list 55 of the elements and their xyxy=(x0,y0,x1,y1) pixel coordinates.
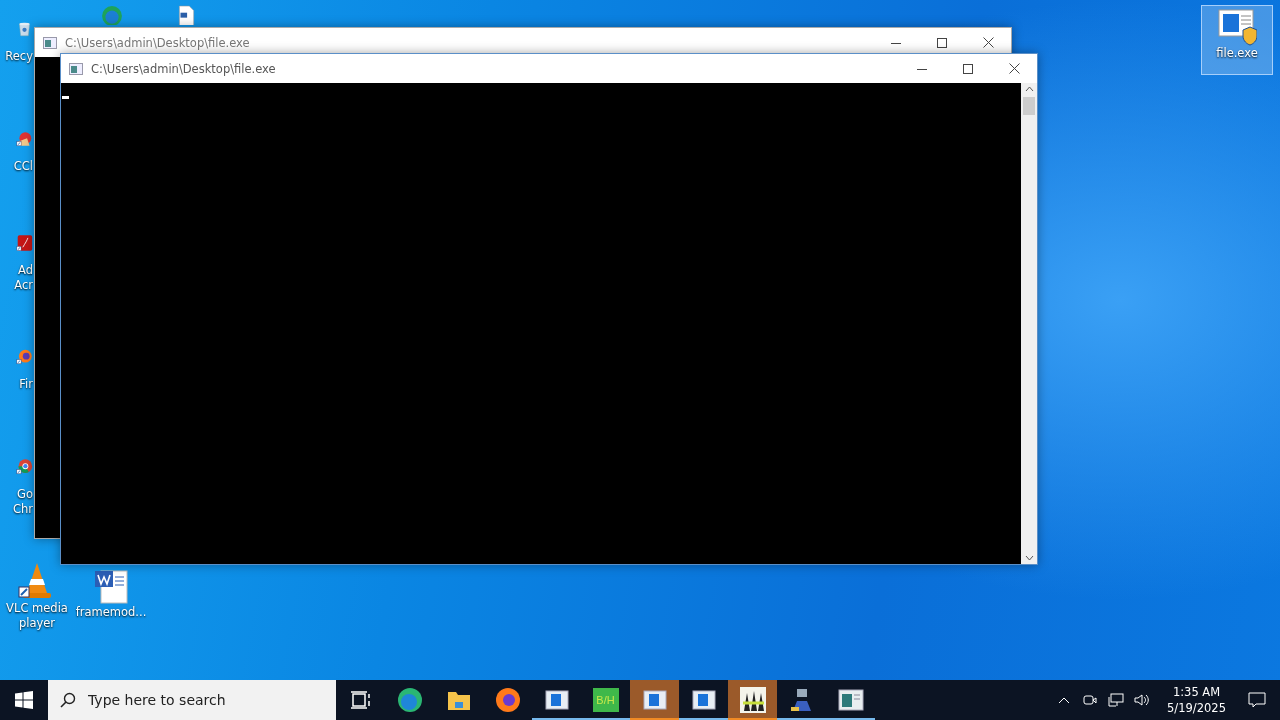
clock-date: 5/19/2025 xyxy=(1167,700,1226,716)
icon-label: Acr xyxy=(14,278,33,293)
window-title: C:\Users\admin\Desktop\file.exe xyxy=(91,61,277,76)
window-title: C:\Users\admin\Desktop\file.exe xyxy=(65,35,251,50)
search-bar[interactable]: Type here to search xyxy=(48,680,336,720)
close-icon xyxy=(1008,63,1020,74)
speaker-icon xyxy=(1133,693,1151,707)
camera-icon xyxy=(1083,692,1098,708)
chevron-up-icon xyxy=(1058,696,1071,704)
icon-label: file.exe xyxy=(1216,46,1258,61)
network-icon xyxy=(1108,693,1125,707)
taskbar-button[interactable]: B/H xyxy=(581,680,630,720)
scrollbar[interactable] xyxy=(1021,83,1037,564)
console-window-icon xyxy=(43,36,57,49)
search-field[interactable]: Type here to search xyxy=(86,691,320,709)
close-icon xyxy=(982,37,994,48)
task-view-icon xyxy=(349,690,372,710)
application-icon xyxy=(1217,6,1257,46)
windows-logo-icon xyxy=(15,691,33,709)
desktop-icon[interactable]: file.exe xyxy=(1201,5,1273,75)
icon-label: VLC media xyxy=(6,601,68,616)
console-window-icon xyxy=(69,62,83,75)
icon-label: Recy xyxy=(5,49,33,64)
firefox-icon xyxy=(494,687,521,713)
icon-label: Ad xyxy=(18,263,33,278)
console-window-icon xyxy=(837,689,864,711)
search-icon xyxy=(60,692,76,708)
desktop-icon[interactable]: Fir xyxy=(0,336,34,412)
icon-label: player xyxy=(18,616,56,631)
network-button[interactable] xyxy=(1107,693,1126,707)
taskbar-button[interactable] xyxy=(728,680,777,720)
window-icon xyxy=(544,690,569,710)
maximize-icon xyxy=(937,37,947,48)
maximize-icon xyxy=(963,63,973,74)
speech-bubble-icon xyxy=(1248,692,1266,708)
icon-label: Go xyxy=(17,487,33,502)
desktop-icon[interactable]: CCl xyxy=(0,118,34,194)
desktop-icon[interactable]: VLC media player xyxy=(0,560,74,634)
icon-label: framemod... xyxy=(75,605,147,620)
desktop-icon[interactable]: Recy xyxy=(0,8,34,84)
volume-button[interactable] xyxy=(1133,693,1152,707)
window-icon xyxy=(691,690,716,710)
edge-icon xyxy=(396,687,423,713)
desktop-icon[interactable]: Ad Acr xyxy=(0,222,34,298)
clock-time: 1:35 AM xyxy=(1172,684,1221,700)
desktop-icon[interactable]: Go Chr xyxy=(0,446,34,522)
tray-button[interactable] xyxy=(1081,692,1100,708)
desktop-icon[interactable]: framemod... xyxy=(74,564,148,624)
clock[interactable]: 1:35 AM 5/19/2025 xyxy=(1159,684,1234,716)
icon-label: Chr xyxy=(12,502,33,517)
icon-label: Fir xyxy=(19,377,33,392)
icon-label: CCl xyxy=(13,159,33,174)
badge-icon: B/H xyxy=(592,688,619,712)
window-icon xyxy=(642,690,667,710)
scroll-thumb[interactable] xyxy=(1023,97,1035,115)
